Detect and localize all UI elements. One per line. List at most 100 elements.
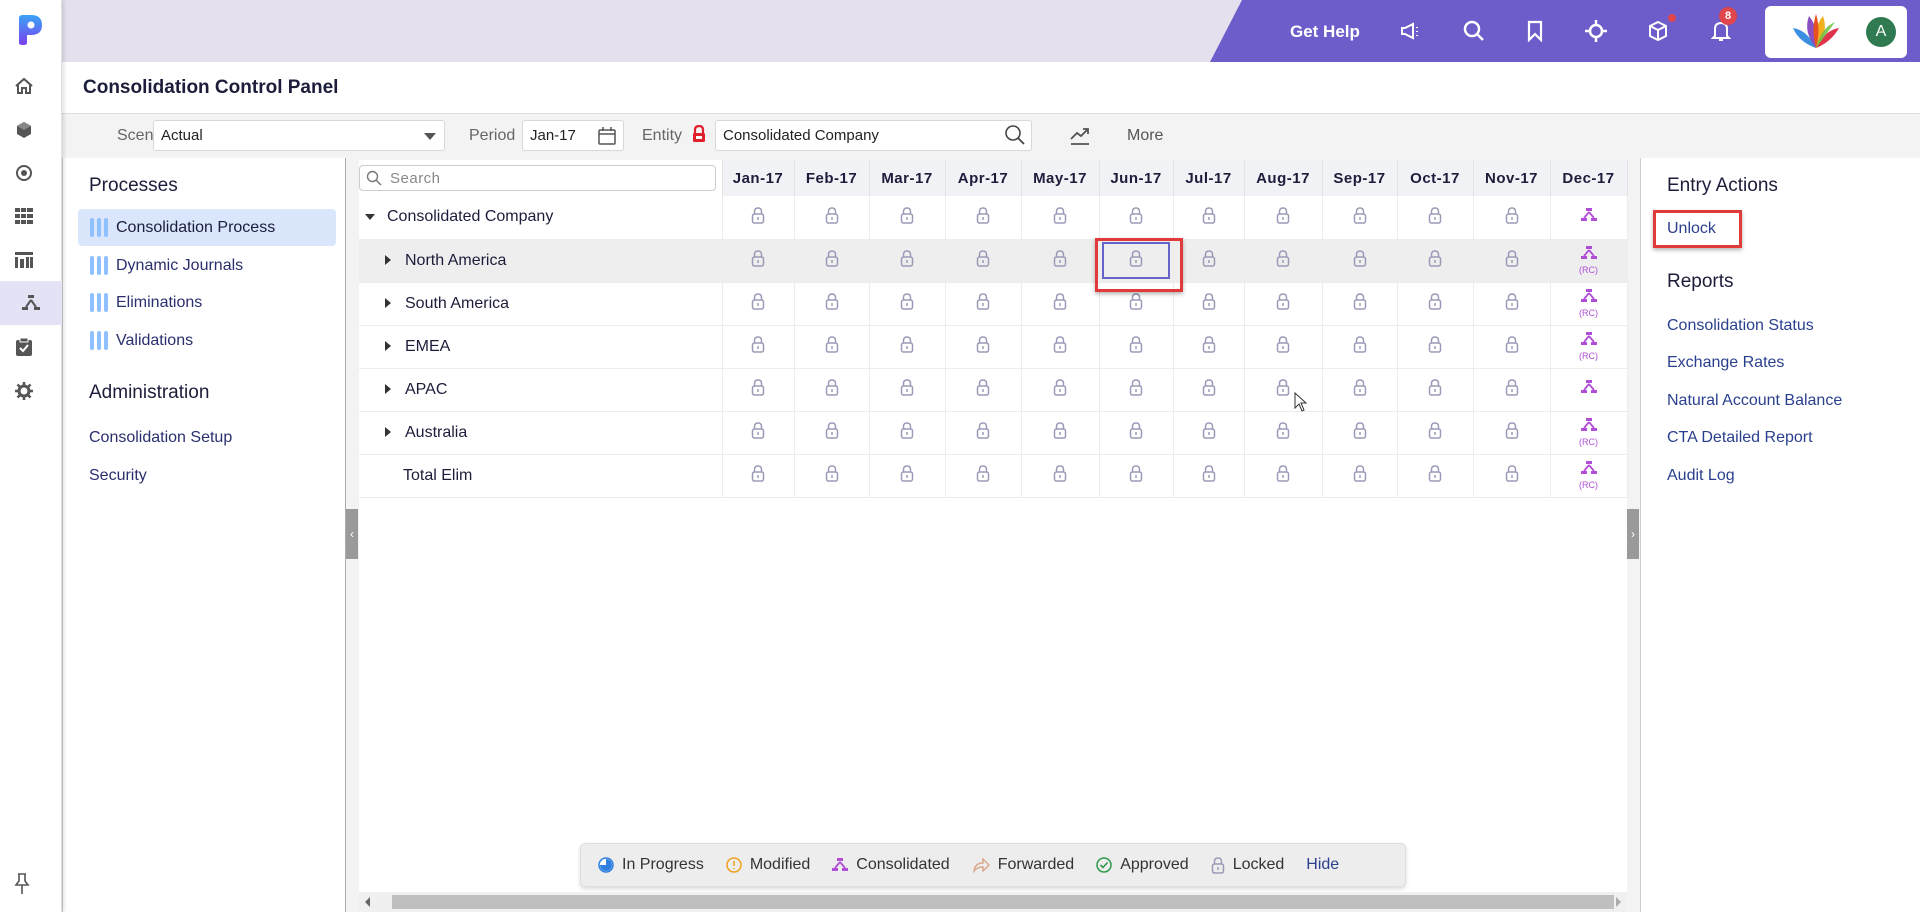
security-link[interactable]: Security <box>89 467 147 485</box>
status-cell[interactable] <box>722 325 795 369</box>
status-cell[interactable] <box>1021 411 1100 455</box>
status-cell[interactable] <box>1397 325 1474 369</box>
status-cell[interactable] <box>1322 239 1398 283</box>
status-cell[interactable] <box>1099 454 1174 498</box>
status-cell[interactable]: (RC) <box>1550 411 1628 455</box>
status-cell[interactable] <box>794 411 870 455</box>
megaphone-icon[interactable] <box>1398 18 1424 44</box>
status-cell[interactable] <box>1244 454 1323 498</box>
status-cell[interactable] <box>869 454 946 498</box>
status-cell[interactable] <box>722 454 795 498</box>
status-cell[interactable] <box>1322 368 1398 412</box>
more-button[interactable]: More <box>1127 127 1163 145</box>
status-cell[interactable] <box>1021 196 1100 240</box>
cube-icon[interactable] <box>1645 18 1671 44</box>
status-cell[interactable] <box>794 454 870 498</box>
status-cell[interactable] <box>1550 368 1628 412</box>
status-cell[interactable] <box>794 325 870 369</box>
scroll-right-icon[interactable] <box>1616 897 1621 907</box>
consolidation-setup-link[interactable]: Consolidation Setup <box>89 429 232 447</box>
status-cell[interactable] <box>1473 325 1551 369</box>
status-cell[interactable] <box>1473 196 1551 240</box>
status-cell[interactable] <box>1322 325 1398 369</box>
status-cell[interactable] <box>869 325 946 369</box>
search-icon[interactable] <box>1004 124 1026 146</box>
unlock-action[interactable]: Unlock <box>1667 220 1716 238</box>
entity-name-cell[interactable]: Consolidated Company <box>359 196 723 240</box>
status-cell[interactable] <box>1397 282 1474 326</box>
table-row[interactable]: Total Elim (RC) <box>359 454 1628 498</box>
status-cell[interactable] <box>945 239 1022 283</box>
report-link-natural-account-balance[interactable]: Natural Account Balance <box>1667 392 1842 410</box>
month-header[interactable]: May-17 <box>1021 160 1100 196</box>
status-cell[interactable] <box>1473 454 1551 498</box>
status-cell[interactable] <box>1099 325 1174 369</box>
status-cell[interactable] <box>1244 282 1323 326</box>
target-icon[interactable] <box>1583 18 1609 44</box>
status-cell[interactable] <box>1021 325 1100 369</box>
horizontal-scrollbar[interactable] <box>359 892 1627 912</box>
process-item-consolidation-process[interactable]: Consolidation Process <box>78 209 336 246</box>
status-cell[interactable] <box>1473 411 1551 455</box>
status-cell[interactable] <box>794 196 870 240</box>
status-cell[interactable] <box>1173 282 1245 326</box>
status-cell[interactable] <box>1322 454 1398 498</box>
pin-icon[interactable] <box>14 873 30 900</box>
month-header[interactable]: Jun-17 <box>1099 160 1174 196</box>
expand-toggle-icon[interactable] <box>385 298 391 309</box>
hide-legend-button[interactable]: Hide <box>1306 856 1339 874</box>
status-cell[interactable] <box>722 282 795 326</box>
status-cell[interactable] <box>722 368 795 412</box>
entity-name-cell[interactable]: Total Elim <box>359 454 723 498</box>
status-cell[interactable] <box>1173 325 1245 369</box>
grid-icon[interactable] <box>0 194 48 238</box>
status-cell[interactable] <box>794 282 870 326</box>
status-cell[interactable] <box>1244 196 1323 240</box>
collapse-right-panel-handle[interactable]: › <box>1627 509 1639 559</box>
scrollbar-thumb[interactable] <box>392 895 1614 909</box>
get-help-link[interactable]: Get Help <box>1290 22 1360 42</box>
status-cell[interactable] <box>1173 196 1245 240</box>
status-cell[interactable] <box>1173 411 1245 455</box>
month-header[interactable]: Jan-17 <box>722 160 795 196</box>
status-cell[interactable] <box>1322 196 1398 240</box>
month-header[interactable]: Dec-17 <box>1550 160 1628 196</box>
status-cell[interactable] <box>869 239 946 283</box>
report-link-cta-detailed-report[interactable]: CTA Detailed Report <box>1667 429 1813 447</box>
process-item-eliminations[interactable]: Eliminations <box>78 284 336 321</box>
status-cell[interactable] <box>945 282 1022 326</box>
status-cell[interactable] <box>945 411 1022 455</box>
table-row[interactable]: South America (RC) <box>359 282 1628 326</box>
status-cell[interactable]: (RC) <box>1550 239 1628 283</box>
status-cell[interactable] <box>869 368 946 412</box>
status-cell[interactable] <box>1397 411 1474 455</box>
collapse-left-panel-handle[interactable]: ‹ <box>346 509 358 559</box>
status-cell[interactable] <box>1021 239 1100 283</box>
gear-icon[interactable] <box>0 369 48 413</box>
avatar[interactable]: A <box>1866 17 1896 47</box>
status-cell[interactable] <box>945 325 1022 369</box>
month-header[interactable]: Oct-17 <box>1397 160 1474 196</box>
status-cell[interactable] <box>1244 411 1323 455</box>
status-cell[interactable] <box>1473 239 1551 283</box>
target-icon[interactable] <box>0 151 48 195</box>
status-cell[interactable] <box>945 454 1022 498</box>
expand-toggle-icon[interactable] <box>385 384 391 395</box>
status-cell[interactable] <box>1322 282 1398 326</box>
status-cell[interactable] <box>945 196 1022 240</box>
status-cell[interactable] <box>869 411 946 455</box>
search-icon[interactable] <box>1461 18 1487 44</box>
grid-search-input[interactable]: Search <box>359 165 716 191</box>
report-icon[interactable] <box>0 238 48 282</box>
home-icon[interactable] <box>0 64 48 108</box>
table-row[interactable]: North America (RC) <box>359 239 1628 283</box>
status-cell[interactable] <box>1244 368 1323 412</box>
report-link-consolidation-status[interactable]: Consolidation Status <box>1667 317 1814 335</box>
month-header[interactable]: Nov-17 <box>1473 160 1551 196</box>
process-item-dynamic-journals[interactable]: Dynamic Journals <box>78 247 336 284</box>
table-row[interactable]: Consolidated Company <box>359 196 1628 240</box>
cube-icon[interactable] <box>0 108 48 152</box>
calendar-icon[interactable] <box>597 126 617 146</box>
scenario-select[interactable]: Actual <box>153 120 445 151</box>
status-cell[interactable] <box>794 239 870 283</box>
